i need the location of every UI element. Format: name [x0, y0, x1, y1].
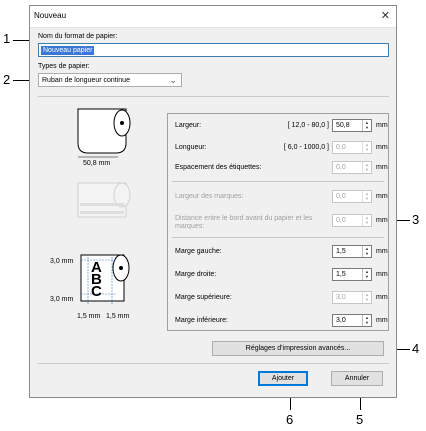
- width-value: 50,8: [336, 122, 350, 129]
- length-value: 0,0: [336, 144, 346, 151]
- width-label: Largeur:: [175, 122, 202, 129]
- margin-left-unit: mm: [376, 248, 388, 255]
- callout-5: 5: [356, 412, 364, 427]
- chevron-down-icon: ⌄: [169, 75, 177, 85]
- label-spacing-value: 0,0: [336, 164, 346, 171]
- paper-settings-panel: Largeur: [ 12,0 - 80,0 ] 50,8 ▲ ▼ mm Long…: [167, 113, 389, 331]
- sample-letter-c: C: [91, 283, 102, 300]
- margin-bottom-stepper[interactable]: 3,0 ▲ ▼: [332, 314, 372, 327]
- margin-left-caption: 1,5 mm: [77, 313, 101, 320]
- margin-right-stepper[interactable]: 1,5 ▲ ▼: [332, 268, 372, 281]
- new-paper-dialog: Nouveau ✕ Nom du format de papier: Nouve…: [29, 5, 397, 398]
- roll-disabled-icon: [77, 182, 131, 218]
- panel-separator: [172, 237, 384, 238]
- spin-arrows-icon[interactable]: ▲ ▼: [362, 120, 371, 131]
- paper-name-input[interactable]: Nouveau papier: [38, 43, 389, 57]
- advanced-settings-button[interactable]: Réglages d'impression avancés...: [212, 341, 384, 356]
- label-spacing-stepper[interactable]: 0,0 ▲ ▼: [332, 161, 372, 174]
- label-spacing-unit: mm: [376, 164, 388, 171]
- close-icon[interactable]: ✕: [381, 9, 390, 22]
- paper-name-value: Nouveau papier: [41, 46, 95, 55]
- mark-distance-label: Distance entre le bord avant du papier e…: [175, 215, 313, 230]
- spin-arrows-icon[interactable]: ▲ ▼: [362, 315, 371, 326]
- spin-arrows-icon[interactable]: ▲ ▼: [362, 162, 371, 173]
- margin-bottom-label: Marge inférieure:: [175, 317, 228, 324]
- panel-separator: [172, 181, 384, 182]
- dialog-title: Nouveau: [34, 11, 67, 20]
- margin-top-value: 3,0: [336, 294, 346, 301]
- roll-margins-icon: [80, 254, 130, 305]
- callout-4: 4: [412, 341, 420, 356]
- paper-type-label: Types de papier:: [38, 63, 90, 70]
- roll-width-icon: [77, 108, 131, 158]
- margin-left-stepper[interactable]: 1,5 ▲ ▼: [332, 245, 372, 258]
- paper-type-value: Ruban de longueur continue: [42, 77, 130, 84]
- margin-top-stepper[interactable]: 3,0 ▲ ▼: [332, 291, 372, 304]
- margin-bottom-caption: 3,0 mm: [50, 296, 74, 303]
- mark-width-value: 0,0: [336, 193, 346, 200]
- roll-width-caption: 50,8 mm: [83, 160, 111, 167]
- length-range: [ 6,0 - 1000,0 ]: [283, 144, 329, 151]
- mark-distance-value: 0,0: [336, 217, 346, 224]
- margin-right-label: Marge droite:: [175, 271, 217, 278]
- length-stepper[interactable]: 0,0 ▲ ▼: [332, 141, 372, 154]
- margin-bottom-value: 3,0: [336, 317, 346, 324]
- margin-top-label: Marge supérieure:: [175, 294, 232, 301]
- paper-type-select[interactable]: Ruban de longueur continue ⌄: [38, 73, 182, 87]
- separator: [38, 96, 389, 97]
- cancel-button[interactable]: Annuler: [331, 371, 383, 386]
- callout-6: 6: [286, 412, 294, 427]
- margin-top-caption: 3,0 mm: [50, 258, 74, 265]
- spin-arrows-icon[interactable]: ▲ ▼: [362, 191, 371, 202]
- paper-name-label: Nom du format de papier:: [38, 33, 118, 40]
- margin-top-unit: mm: [376, 294, 388, 301]
- spin-arrows-icon[interactable]: ▲ ▼: [362, 142, 371, 153]
- spin-arrows-icon[interactable]: ▲ ▼: [362, 269, 371, 280]
- label-spacing-label: Espacement des étiquettes:: [175, 164, 262, 171]
- margin-left-label: Marge gauche:: [175, 248, 222, 255]
- spin-arrows-icon[interactable]: ▲ ▼: [362, 292, 371, 303]
- width-range: [ 12,0 - 80,0 ]: [287, 122, 329, 129]
- margin-right-caption: 1,5 mm: [106, 313, 130, 320]
- add-button[interactable]: Ajouter: [258, 371, 308, 386]
- spin-arrows-icon[interactable]: ▲ ▼: [362, 246, 371, 257]
- callout-3: 3: [412, 212, 420, 227]
- length-label: Longueur:: [175, 144, 207, 151]
- margin-bottom-unit: mm: [376, 317, 388, 324]
- mark-distance-stepper[interactable]: 0,0 ▲ ▼: [332, 214, 372, 227]
- margin-right-unit: mm: [376, 271, 388, 278]
- callout-2: 2: [3, 72, 11, 87]
- width-stepper[interactable]: 50,8 ▲ ▼: [332, 119, 372, 132]
- length-unit: mm: [376, 144, 388, 151]
- width-unit: mm: [376, 122, 388, 129]
- mark-distance-unit: mm: [376, 217, 388, 224]
- paper-roll-illustration: [77, 108, 131, 305]
- title-bar: Nouveau ✕: [30, 6, 396, 28]
- separator: [38, 363, 389, 364]
- margin-left-value: 1,5: [336, 248, 346, 255]
- mark-width-unit: mm: [376, 193, 388, 200]
- spin-arrows-icon[interactable]: ▲ ▼: [362, 215, 371, 226]
- mark-width-label: Largeur des marques:: [175, 193, 244, 200]
- margin-right-value: 1,5: [336, 271, 346, 278]
- callout-1: 1: [3, 31, 11, 46]
- mark-width-stepper[interactable]: 0,0 ▲ ▼: [332, 190, 372, 203]
